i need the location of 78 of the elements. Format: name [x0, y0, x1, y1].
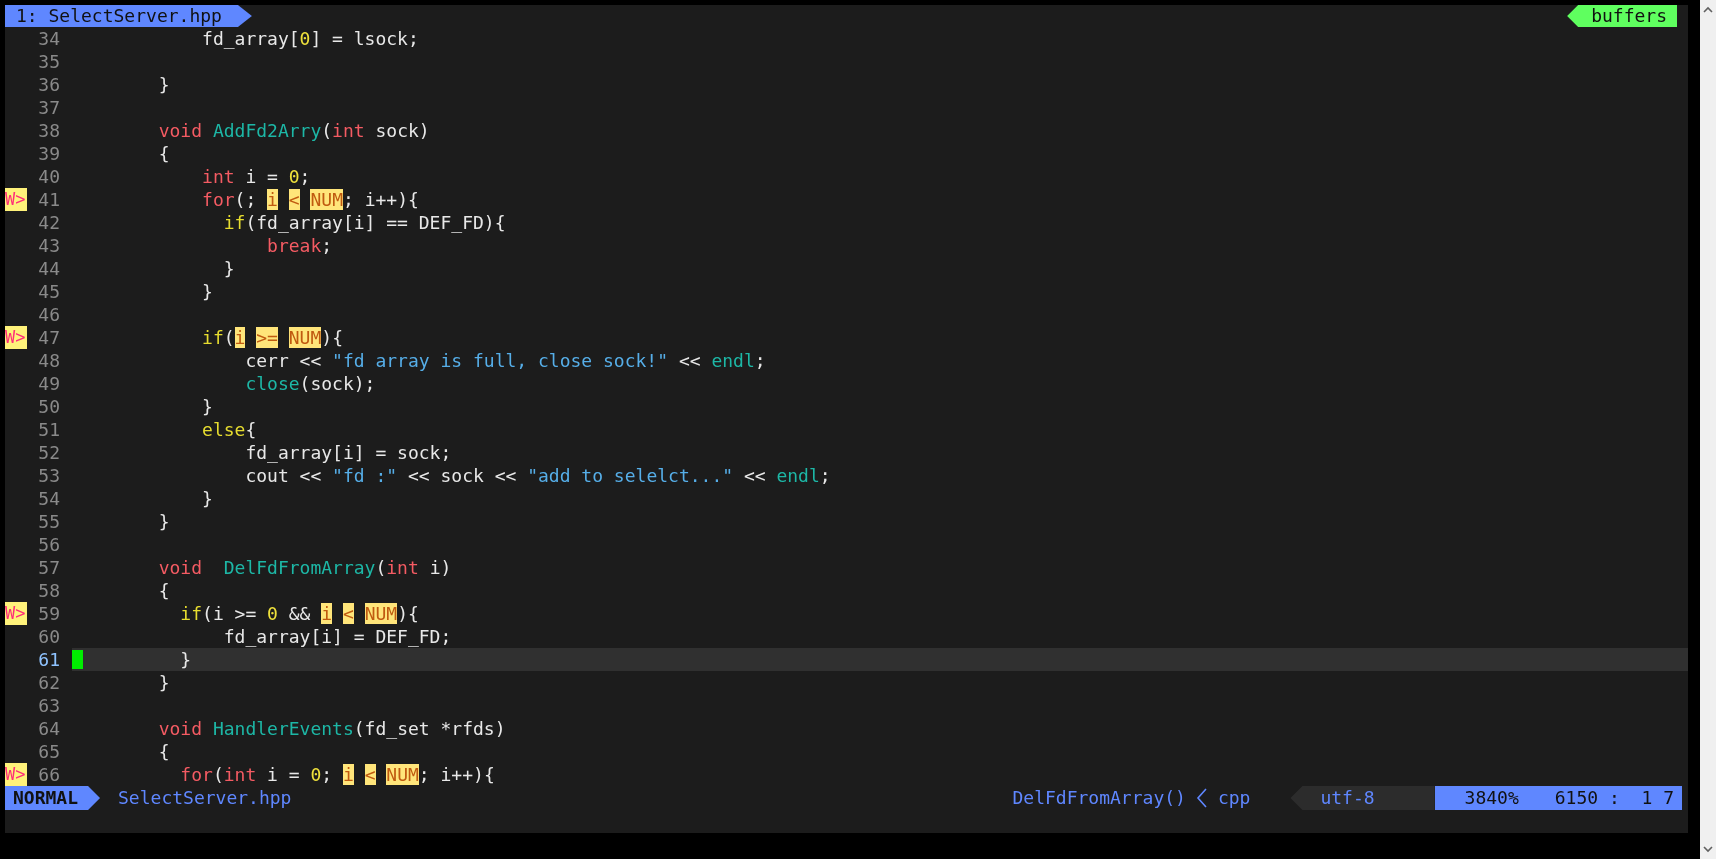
line-number: 48 — [37, 349, 60, 372]
buffers-label: buffers — [1567, 5, 1677, 27]
warning-sign: W> — [5, 763, 27, 786]
code-line: cerr << "fd array is full, close sock!" << endl; — [244, 349, 767, 372]
line-number: 43 — [37, 234, 60, 257]
cursor-position: 6150 : 1 7 — [1554, 786, 1674, 810]
line-number: 50 — [37, 395, 60, 418]
code-line: } — [157, 510, 171, 533]
line-number: 62 — [37, 671, 60, 694]
line-number: 66 — [37, 763, 60, 786]
code-line: if(fd_array[i] == DEF_FD){ — [222, 211, 507, 234]
scroll-up-icon[interactable] — [1703, 6, 1713, 14]
code-line: } — [157, 73, 171, 96]
line-number: 37 — [37, 96, 60, 119]
encoding-label: utf-8 — [1290, 786, 1435, 810]
scrollbar[interactable] — [1700, 0, 1716, 859]
line-number: 58 — [37, 579, 60, 602]
code-line: void DelFdFromArray(int i) — [157, 556, 453, 579]
code-line: } — [222, 257, 236, 280]
buffer-tab[interactable]: 1: SelectServer.hpp — [5, 5, 252, 27]
line-number: 36 — [37, 73, 60, 96]
code-line: } — [201, 280, 214, 303]
scroll-down-icon[interactable] — [1703, 845, 1713, 853]
line-number: 49 — [37, 372, 60, 395]
line-number: 65 — [37, 740, 60, 763]
line-number: 41 — [37, 188, 60, 211]
line-number: 54 — [37, 487, 60, 510]
file-name: SelectServer.hpp — [118, 786, 292, 810]
line-number: 64 — [37, 717, 60, 740]
code-line: } — [201, 395, 214, 418]
line-number: 63 — [37, 694, 60, 717]
code-line: { — [157, 740, 171, 763]
code-line: if(i >= 0 && i < NUM){ — [179, 602, 420, 625]
code-line: } — [201, 487, 214, 510]
line-number: 52 — [37, 441, 60, 464]
code-line: } — [157, 671, 171, 694]
code-line: int i = 0; — [201, 165, 312, 188]
line-number: 46 — [37, 303, 60, 326]
function-name: DelFdFromArray() — [1012, 786, 1186, 810]
code-line: fd_array[i] = sock; — [244, 441, 453, 464]
warning-sign: W> — [5, 188, 27, 211]
line-number: 34 — [37, 27, 60, 50]
line-number: 39 — [37, 142, 60, 165]
scroll-percent: 3840% — [1464, 786, 1519, 810]
line-number: 56 — [37, 533, 60, 556]
code-line: fd_array[0] = lsock; — [201, 27, 420, 50]
code-line: for(int i = 0; i < NUM; i++){ — [179, 763, 496, 786]
mode-indicator: NORMAL — [5, 786, 101, 810]
line-number: 44 — [37, 257, 60, 280]
code-line: fd_array[i] = DEF_FD; — [222, 625, 453, 648]
file-type: cpp — [1217, 786, 1251, 810]
line-number: 47 — [37, 326, 60, 349]
code-line: close(sock); — [244, 372, 377, 395]
line-number: 42 — [37, 211, 60, 234]
code-line: else{ — [201, 418, 258, 441]
code-line: for(; i < NUM; i++){ — [201, 188, 420, 211]
line-number: 45 — [37, 280, 60, 303]
code-line: void HandlerEvents(fd_set *rfds) — [157, 717, 507, 740]
line-number: 53 — [37, 464, 60, 487]
line-number: 57 — [37, 556, 60, 579]
code-line: { — [157, 142, 171, 165]
code-line: break; — [266, 234, 334, 257]
warning-sign: W> — [5, 602, 27, 625]
code-line: cout << "fd :" << sock << "add to selelct..." << endl; — [244, 464, 832, 487]
code-line: void AddFd2Arry(int sock) — [157, 119, 431, 142]
line-number: 35 — [37, 50, 60, 73]
line-number: 38 — [37, 119, 60, 142]
line-number: 40 — [37, 165, 60, 188]
line-number: 55 — [37, 510, 60, 533]
line-number: 61 — [37, 648, 60, 671]
line-number: 59 — [37, 602, 60, 625]
text-cursor — [72, 650, 83, 669]
line-number: 51 — [37, 418, 60, 441]
warning-sign: W> — [5, 326, 27, 349]
code-line: { — [157, 579, 171, 602]
line-number: 60 — [37, 625, 60, 648]
code-line: if(i >= NUM){ — [201, 326, 344, 349]
chevron-separator-icon — [1195, 788, 1208, 808]
